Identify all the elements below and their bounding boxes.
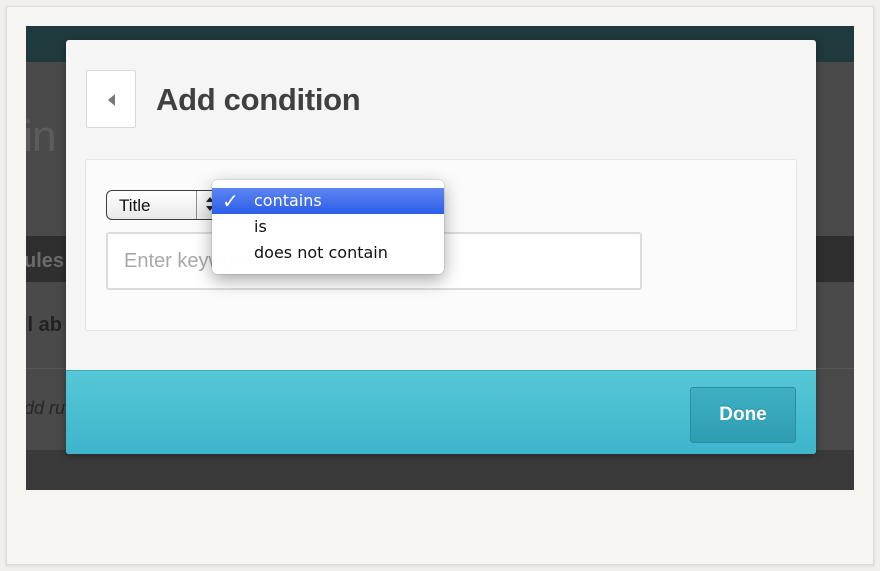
- background-section-label: ules: [26, 250, 65, 272]
- dropdown-option-contains[interactable]: ✓ contains: [212, 188, 444, 214]
- field-select-value: Title: [119, 196, 151, 215]
- chevron-left-icon: [108, 94, 115, 106]
- dropdown-option-label: contains: [254, 191, 322, 210]
- modal-footer: Done: [66, 370, 816, 454]
- background-page-heading: tin: [26, 112, 56, 161]
- back-button[interactable]: [86, 70, 136, 128]
- field-select[interactable]: Title: [106, 190, 226, 220]
- dropdown-option-does-not-contain[interactable]: does not contain: [212, 240, 444, 266]
- dropdown-option-label: is: [254, 217, 267, 236]
- done-button[interactable]: Done: [690, 387, 796, 443]
- background-row-label: ll ab: [26, 314, 63, 336]
- dropdown-option-label: does not contain: [254, 243, 388, 262]
- checkmark-icon: ✓: [222, 189, 239, 213]
- operator-dropdown-menu: ✓ contains is does not contain: [212, 180, 444, 274]
- dropdown-option-is[interactable]: is: [212, 214, 444, 240]
- background-add-rule-label: dd ru: [26, 398, 66, 418]
- background-footer: [26, 450, 854, 490]
- modal-title: Add condition: [156, 82, 361, 117]
